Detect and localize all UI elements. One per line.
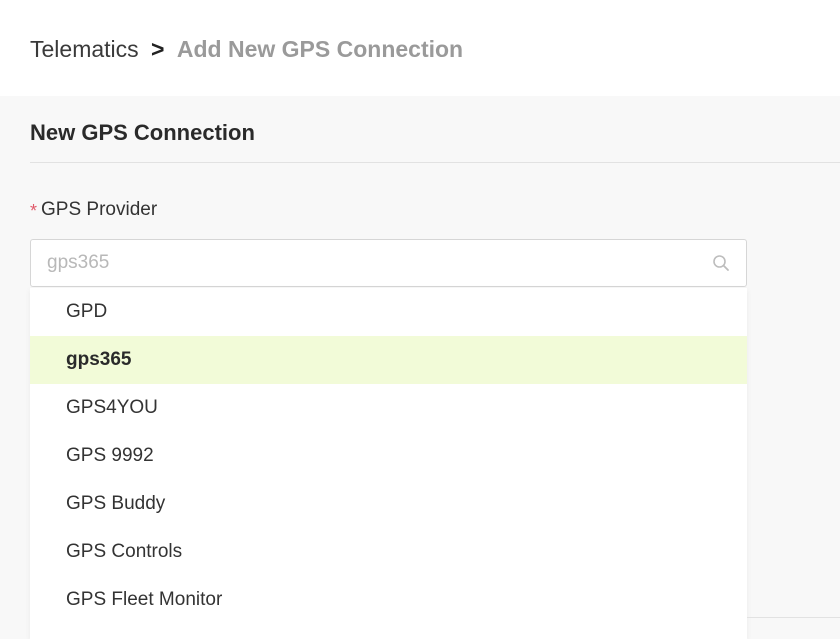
gps-connection-card: New GPS Connection *GPS Provider GPD gps… xyxy=(0,96,840,639)
provider-option-gps-buddy[interactable]: GPS Buddy xyxy=(30,480,747,528)
gps-provider-dropdown: GPD gps365 GPS4YOU GPS 9992 GPS Buddy GP… xyxy=(30,288,747,639)
provider-option-gpd[interactable]: GPD xyxy=(30,288,747,336)
provider-option-gps-9992[interactable]: GPS 9992 xyxy=(30,432,747,480)
gps-provider-label-text: GPS Provider xyxy=(41,199,158,220)
gps-provider-select[interactable] xyxy=(30,239,747,287)
breadcrumb-separator: > xyxy=(151,36,165,62)
search-icon xyxy=(713,255,729,271)
required-asterisk: * xyxy=(30,201,38,221)
breadcrumb-current: Add New GPS Connection xyxy=(176,36,464,62)
form-divider xyxy=(747,617,840,618)
title-divider xyxy=(30,162,840,163)
provider-option-gps365[interactable]: gps365 xyxy=(30,336,747,384)
page-header: Telematics > Add New GPS Connection xyxy=(0,0,840,96)
breadcrumb-telematics-link[interactable]: Telematics xyxy=(30,36,139,62)
card-title: New GPS Connection xyxy=(30,120,255,145)
breadcrumb: Telematics > Add New GPS Connection xyxy=(30,34,463,64)
gps-provider-label: * GPS Provider xyxy=(30,196,157,223)
content-area: New GPS Connection *GPS Provider GPD gps… xyxy=(0,96,840,639)
provider-option-gps-fleet-monitor[interactable]: GPS Fleet Monitor xyxy=(30,576,747,624)
gps-provider-search-input[interactable] xyxy=(47,240,687,286)
provider-option-gps4you[interactable]: GPS4YOU xyxy=(30,384,747,432)
provider-option-gps-controls[interactable]: GPS Controls xyxy=(30,528,747,576)
